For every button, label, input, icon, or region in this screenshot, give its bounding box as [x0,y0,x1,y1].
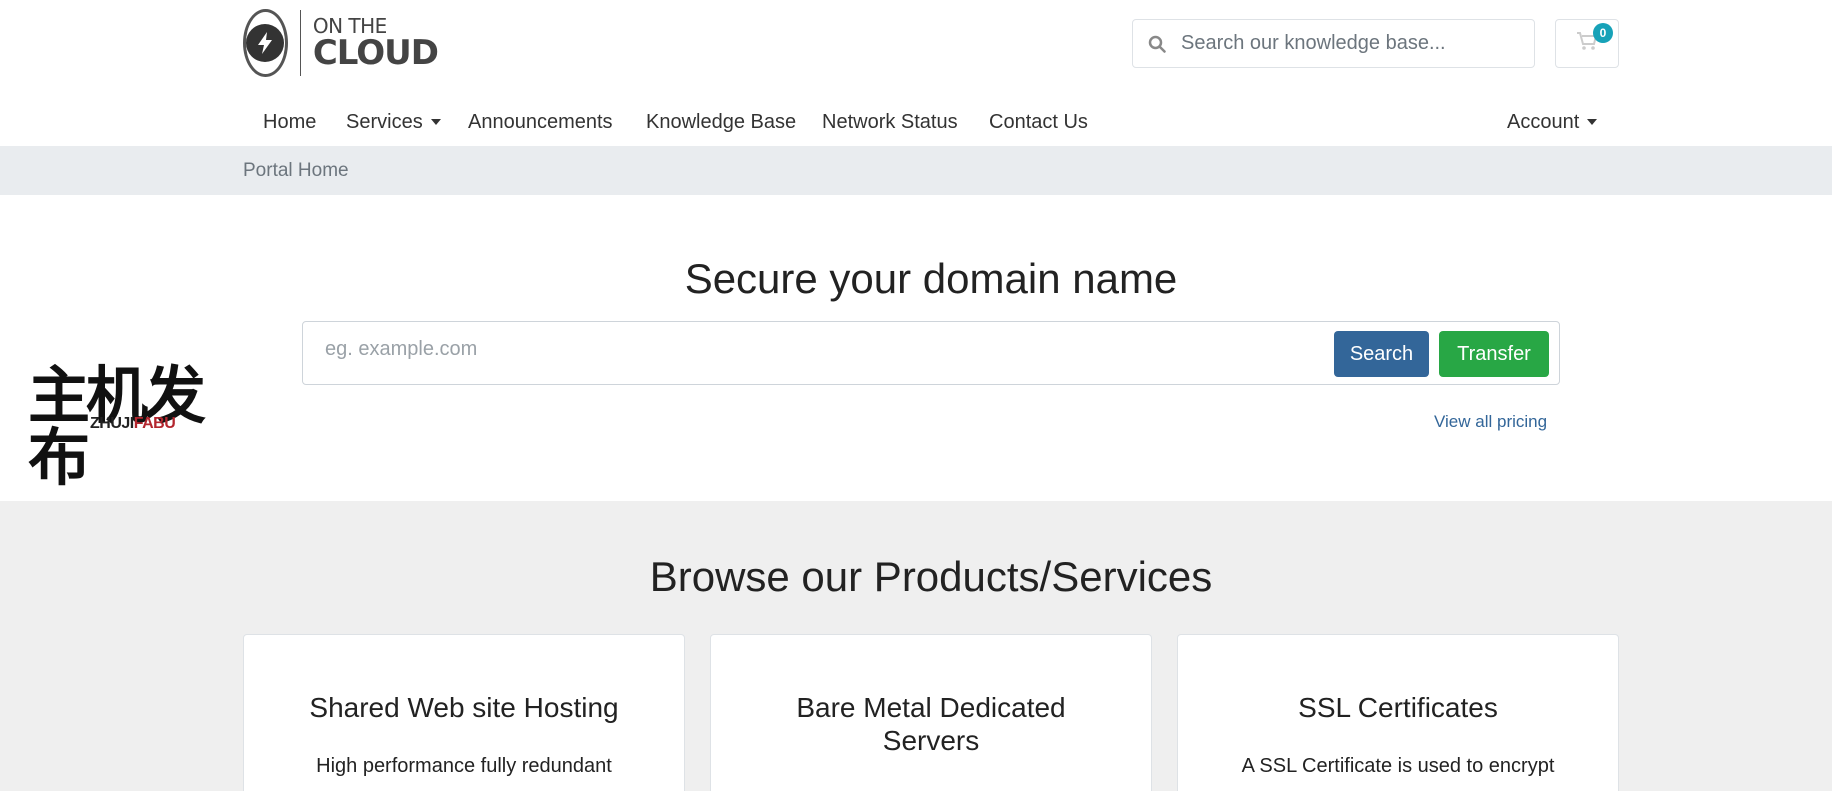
chevron-down-icon [430,119,441,125]
products-title: Browse our Products/Services [649,553,1213,600]
nav-contact-us[interactable]: Contact Us [989,98,1088,146]
nav-services-label: Services [346,110,423,133]
domain-input[interactable] [325,338,1305,361]
nav-home-label: Home [263,110,317,133]
product-card-title: Shared Web site Hosting [309,692,619,723]
nav-announcements[interactable]: Announcements [468,98,613,146]
breadcrumb: Portal Home [0,146,1832,195]
domain-search-button[interactable]: Search [1334,331,1429,377]
nav-knowledge-base[interactable]: Knowledge Base [646,98,796,146]
zhujifabu-logo-en-a: ZHUJI [90,415,134,432]
zhujifabu-logo-en: ZHUJIFABU [90,415,176,433]
product-card-title: SSL Certificates [1298,692,1498,723]
search-icon [1133,35,1181,53]
site-header: ON THE CLOUD 0 [0,0,1832,98]
nav-account[interactable]: Account [1507,98,1598,146]
nav-home[interactable]: Home [263,98,316,146]
knowledge-base-search[interactable] [1132,19,1535,68]
zhujifabu-logo: 主机发布 ZHUJIFABU [28,365,234,489]
nav-network-status-label: Network Status [822,110,958,133]
lightning-icon [246,24,285,62]
logo-seal [243,9,288,77]
chevron-down-icon [1587,119,1598,125]
nav-contact-us-label: Contact Us [989,110,1088,133]
nav-account-label: Account [1507,110,1580,133]
nav-announcements-label: Announcements [468,110,613,133]
knowledge-base-search-input[interactable] [1181,32,1521,55]
domain-title: Secure your domain name [684,255,1178,302]
site-logo[interactable]: ON THE CLOUD [243,7,439,79]
product-card-dedicated-servers[interactable]: Bare Metal Dedicated Servers [710,634,1152,791]
view-all-pricing-link[interactable]: View all pricing [1434,412,1547,432]
logo-divider [299,10,301,76]
cart-button[interactable]: 0 [1555,19,1619,68]
domain-search-box: Search Transfer [302,321,1560,385]
nav-network-status[interactable]: Network Status [822,98,958,146]
domain-search-section: 主机发布 ZHUJIFABU Secure your domain name S… [0,195,1832,501]
product-card-description: A SSL Certificate is used to encrypt [1241,755,1555,777]
logo-wordmark: ON THE CLOUD [312,16,439,73]
zhujifabu-logo-en-b: FABU [133,415,176,432]
product-card-ssl-certificates[interactable]: SSL Certificates A SSL Certificate is us… [1177,634,1619,791]
product-card-title: Bare Metal Dedicated Servers [796,692,1066,756]
product-card-description: High performance fully redundant [316,755,612,777]
products-section: Browse our Products/Services Shared Web … [0,501,1832,791]
product-card-shared-hosting[interactable]: Shared Web site Hosting High performance… [243,634,685,791]
domain-transfer-button[interactable]: Transfer [1439,331,1549,377]
logo-line2: CLOUD [312,33,439,73]
nav-services[interactable]: Services [346,98,441,146]
main-navigation: Home Services Announcements Knowledge Ba… [0,98,1832,146]
cart-count-badge: 0 [1593,23,1613,43]
nav-knowledge-base-label: Knowledge Base [646,110,797,133]
breadcrumb-portal-home[interactable]: Portal Home [243,160,349,182]
